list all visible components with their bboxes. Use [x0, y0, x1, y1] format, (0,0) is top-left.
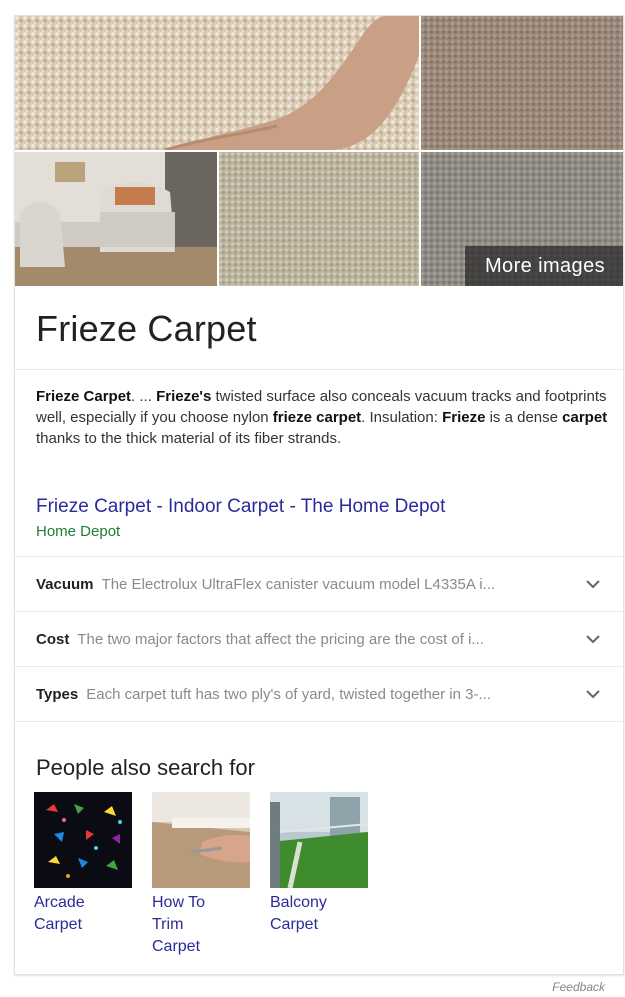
- chevron-down-icon[interactable]: [583, 629, 603, 649]
- attribute-key: Cost: [36, 630, 70, 648]
- attribute-key: Vacuum: [36, 575, 94, 593]
- source-link[interactable]: Frieze Carpet - Indoor Carpet - The Home…: [36, 496, 445, 518]
- chevron-down-icon[interactable]: [583, 574, 603, 594]
- bold-term: Frieze's: [156, 388, 212, 405]
- description-text: . Insulation:: [361, 409, 443, 426]
- description-text: . ...: [131, 388, 157, 405]
- bold-term: Frieze: [442, 409, 486, 426]
- image-mosaic: More images: [15, 16, 623, 286]
- balcony-carpet-thumbnail: [270, 792, 368, 888]
- related-search-label: Balcony Carpet: [270, 894, 327, 933]
- attribute-row-cost[interactable]: Cost The two major factors that affect t…: [15, 612, 623, 666]
- feedback-link[interactable]: Feedback: [552, 980, 605, 994]
- related-search-balcony-carpet[interactable]: Balcony Carpet: [270, 792, 368, 936]
- related-search-label: Arcade Carpet: [34, 894, 85, 933]
- description-text: is a dense: [485, 409, 563, 426]
- related-search-how-to-trim-carpet[interactable]: How To Trim Carpet: [152, 792, 250, 958]
- arcade-carpet-thumbnail: [34, 792, 132, 888]
- carpet-image-room[interactable]: [15, 152, 217, 286]
- bold-term: frieze carpet: [272, 409, 362, 426]
- attribute-value: The Electrolux UltraFlex canister vacuum…: [101, 575, 496, 593]
- knowledge-panel: More images Frieze Carpet Frieze Carpet.…: [14, 15, 624, 975]
- related-search-arcade-carpet[interactable]: Arcade Carpet: [34, 792, 132, 936]
- attribute-row-vacuum[interactable]: Vacuum The Electrolux UltraFlex canister…: [15, 557, 623, 611]
- attribute-value: The two major factors that affect the pr…: [77, 630, 484, 648]
- people-also-search-heading: People also search for: [36, 755, 255, 780]
- related-search-label: How To Trim Carpet: [152, 894, 206, 955]
- description-snippet: Frieze Carpet. ... Frieze's twisted surf…: [36, 386, 608, 449]
- description-text: thanks to the thick material of its fibe…: [36, 430, 342, 447]
- carpet-image-beige[interactable]: [219, 152, 419, 286]
- attribute-row-types[interactable]: Types Each carpet tuft has two ply's of …: [15, 667, 623, 721]
- divider: [15, 369, 623, 370]
- entity-title: Frieze Carpet: [36, 308, 257, 349]
- bold-term: carpet: [562, 409, 608, 426]
- attribute-value: Each carpet tuft has two ply's of yard, …: [86, 685, 491, 703]
- carpet-image-brown[interactable]: [421, 16, 623, 150]
- divider: [15, 721, 623, 722]
- source-site: Home Depot: [36, 523, 121, 540]
- chevron-down-icon[interactable]: [583, 684, 603, 704]
- more-images-button[interactable]: More images: [465, 246, 623, 286]
- carpet-image-foot[interactable]: [15, 16, 419, 150]
- trim-carpet-thumbnail: [152, 792, 250, 888]
- attribute-key: Types: [36, 685, 79, 703]
- bold-term: Frieze Carpet: [36, 388, 132, 405]
